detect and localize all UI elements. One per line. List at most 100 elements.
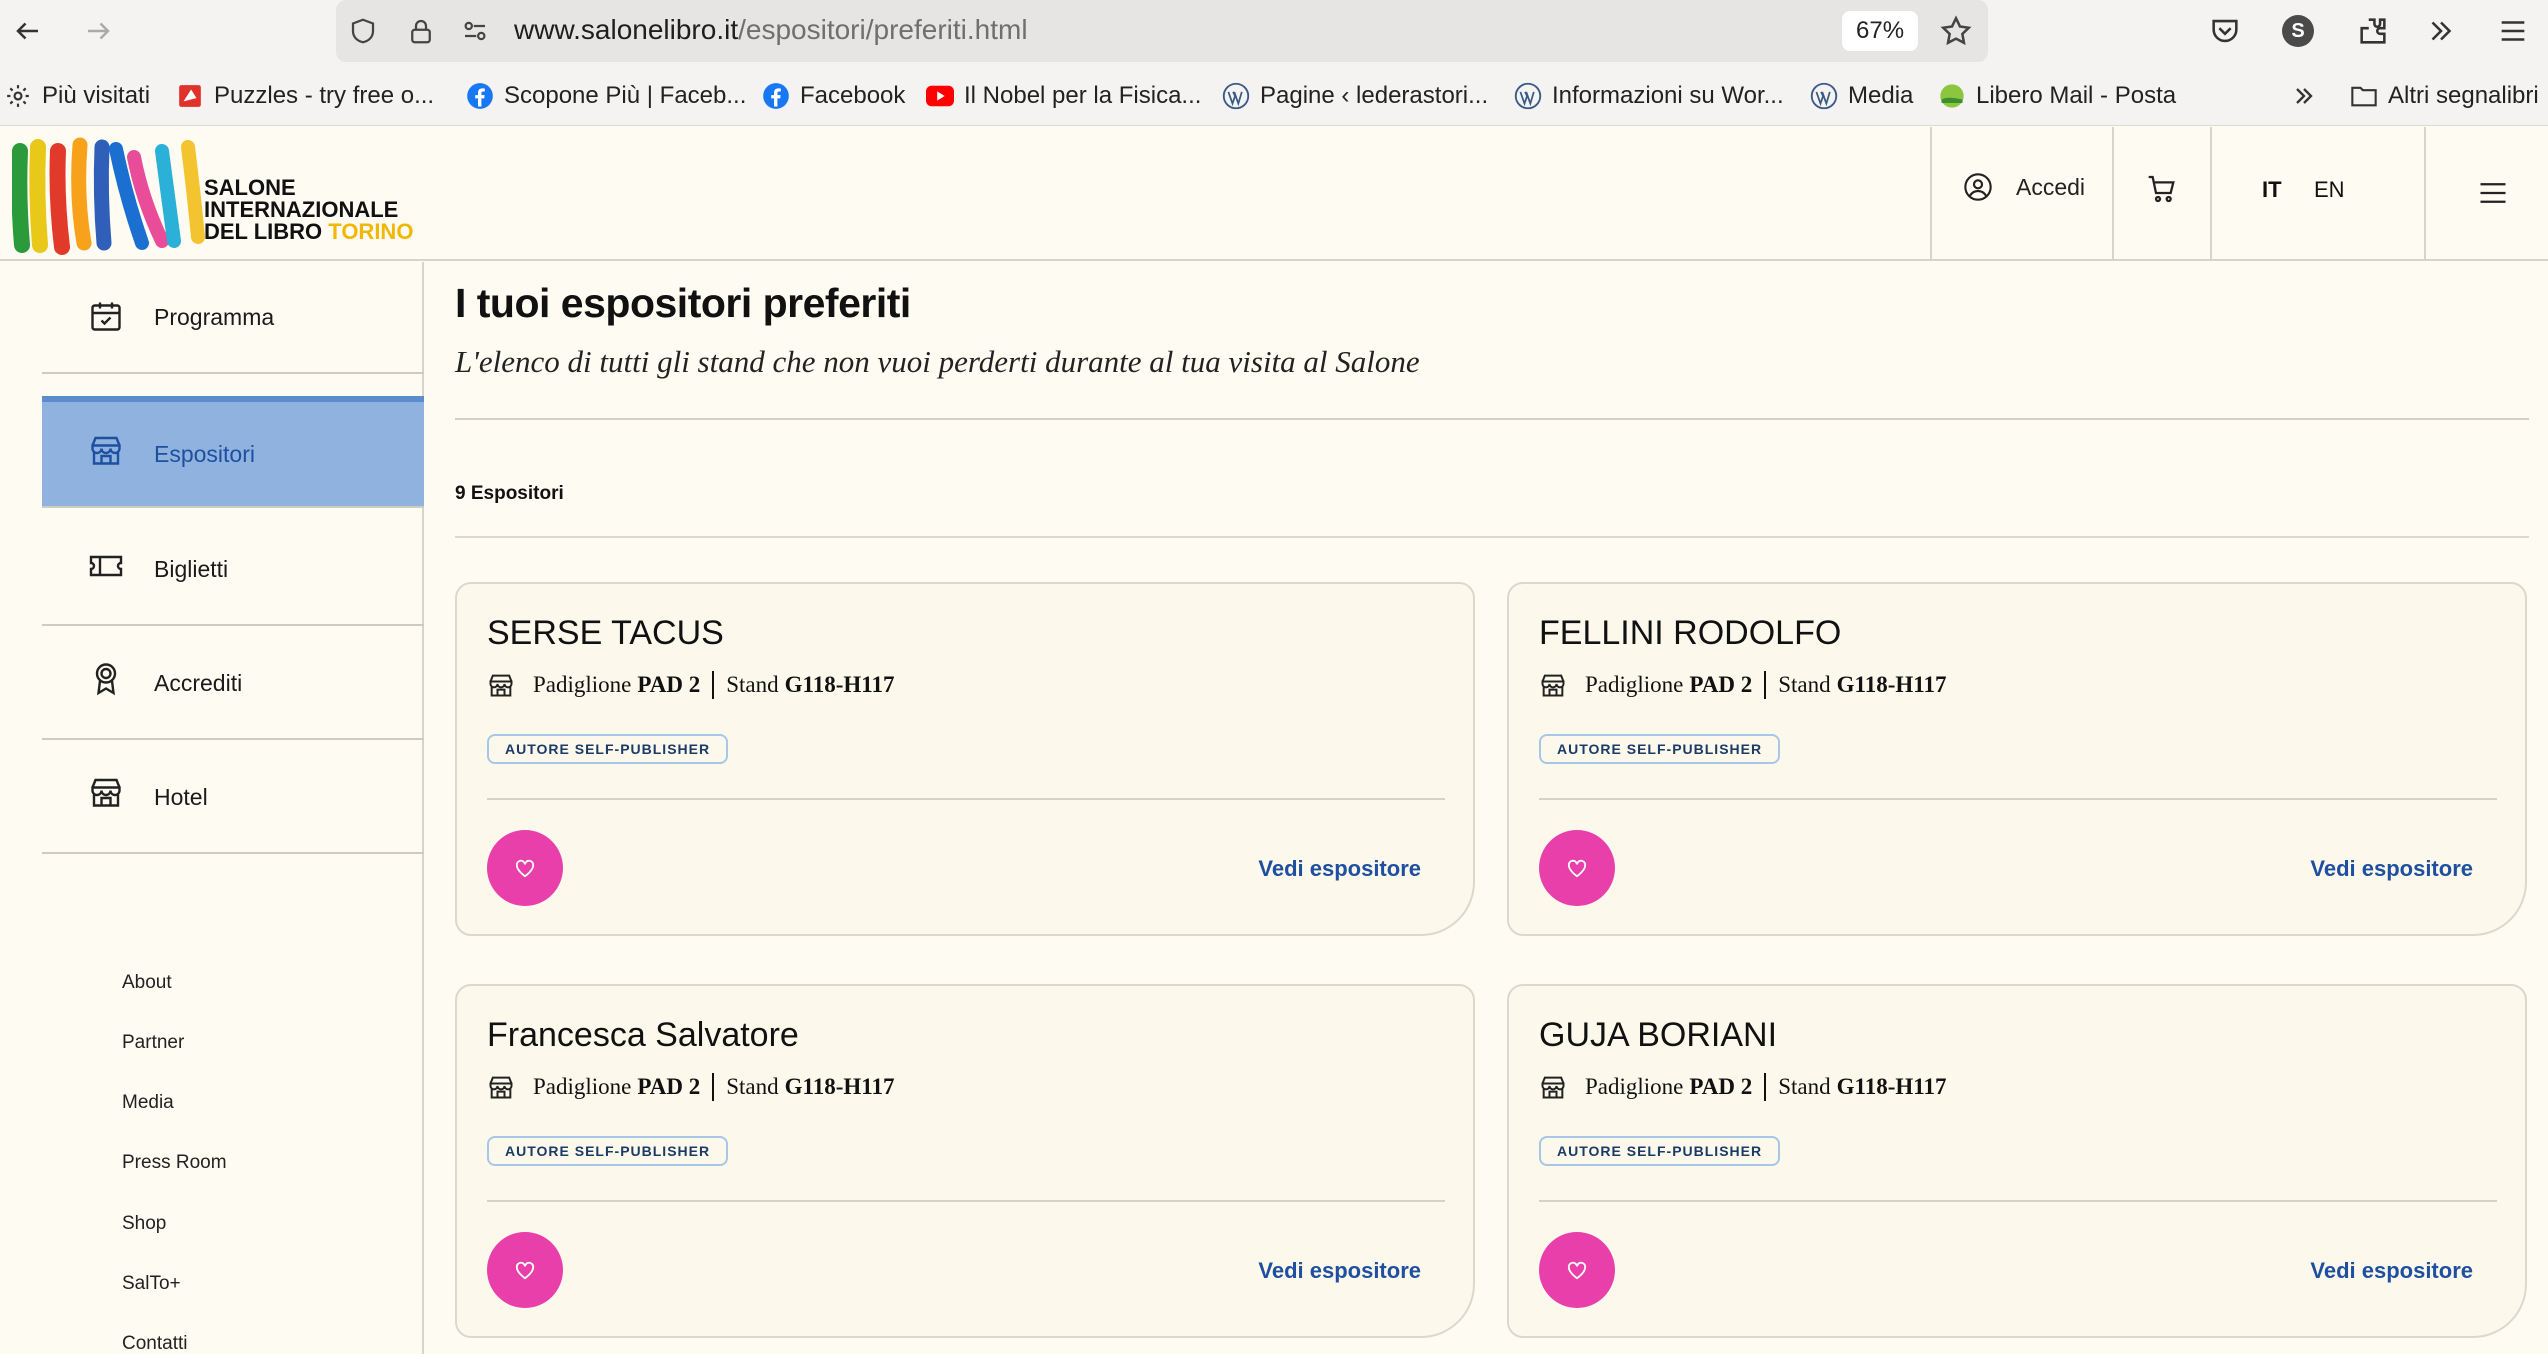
bookmark-item[interactable]: Il Nobel per la Fisica...: [926, 80, 1201, 112]
site-header: SALONE INTERNAZIONALE DEL LIBRO TORINO A…: [0, 127, 2548, 261]
footer-link-about[interactable]: About: [122, 972, 172, 994]
site-menu-button[interactable]: [2478, 179, 2508, 207]
bookmark-item[interactable]: Media: [1810, 80, 1913, 112]
site-permissions-icon[interactable]: [460, 16, 490, 46]
stand-value: G118-H117: [1836, 1074, 1947, 1099]
bookmark-item[interactable]: Più visitati: [4, 80, 150, 112]
stand-label: Stand: [726, 1074, 779, 1099]
hamburger-menu-icon[interactable]: [2496, 14, 2530, 48]
bookmarks-bar: Più visitati Puzzles - try free o... Sco…: [0, 62, 2548, 126]
view-exhibitor-link[interactable]: Vedi espositore: [2310, 856, 2473, 882]
login-label: Accedi: [2016, 173, 2086, 200]
view-exhibitor-link[interactable]: Vedi espositore: [1258, 856, 1421, 882]
bookmarks-overflow[interactable]: [2290, 80, 2328, 112]
bookmark-item[interactable]: Facebook: [762, 80, 905, 112]
favorite-button[interactable]: [487, 1232, 563, 1308]
store-icon: [1541, 1076, 1565, 1099]
logo-line: DEL LIBRO: [204, 219, 323, 244]
url-path: /espositori/preferiti.html: [738, 14, 1028, 45]
footer-link-press-room[interactable]: Press Room: [122, 1152, 227, 1174]
facebook-icon: [466, 82, 494, 110]
lang-en-button[interactable]: EN: [2314, 177, 2345, 203]
exhibitor-location: Padiglione PAD 2 Stand G118-H117: [487, 1070, 895, 1104]
exhibitor-card: FELLINI RODOLFO Padiglione PAD 2 Stand G11…: [1507, 582, 2527, 936]
arrow-right-icon: [88, 22, 110, 40]
cart-icon: [2148, 175, 2175, 203]
bookmark-item[interactable]: Pagine ‹ lederastori...: [1222, 80, 1488, 112]
bookmark-item[interactable]: Puzzles - try free o...: [176, 80, 434, 112]
store-icon: [1541, 674, 1565, 697]
exhibitor-name: GUJA BORIANI: [1539, 1016, 1778, 1054]
extensions-icon[interactable]: [2356, 14, 2390, 48]
bookmark-label: Scopone Più | Faceb...: [504, 82, 747, 109]
exhibitor-location: Padiglione PAD 2 Stand G118-H117: [1539, 1070, 1947, 1104]
exhibitor-location: Padiglione PAD 2 Stand G118-H117: [487, 668, 895, 702]
store-icon: [91, 778, 121, 807]
bookmark-item[interactable]: Informazioni su Wor...: [1514, 80, 1784, 112]
view-exhibitor-link[interactable]: Vedi espositore: [2310, 1258, 2473, 1284]
header-divider: [1930, 127, 1932, 261]
exhibitor-name: Francesca Salvatore: [487, 1016, 799, 1054]
forward-button[interactable]: [76, 9, 120, 53]
divider: [455, 536, 2529, 538]
separator-bar: [1764, 671, 1767, 699]
other-bookmarks-folder[interactable]: Altri segnalibri: [2350, 80, 2539, 112]
sidebar-item-programma[interactable]: Programma: [42, 262, 424, 374]
wordpress-icon: [1810, 82, 1838, 110]
favorite-button[interactable]: [1539, 830, 1615, 906]
bookmark-item[interactable]: Libero Mail - Posta: [1938, 80, 2176, 112]
pavilion-value: PAD 2: [1689, 672, 1753, 697]
hamburger-menu-icon: [2480, 183, 2506, 203]
footer-link-salto[interactable]: SalTo+: [122, 1273, 181, 1295]
star-icon[interactable]: [1939, 14, 1973, 48]
url-text[interactable]: www.salonelibro.it/espositori/preferiti.…: [514, 14, 1028, 46]
double-chevron-icon[interactable]: [2424, 14, 2458, 48]
logo-city: TORINO: [328, 219, 414, 244]
bookmark-label: Il Nobel per la Fisica...: [964, 82, 1202, 109]
bookmark-label: Più visitati: [42, 82, 151, 109]
logo-line: SALONE: [204, 175, 296, 200]
category-tag: AUTORE SELF-PUBLISHER: [1539, 734, 1781, 764]
sidebar-item-espositori[interactable]: Espositori: [42, 396, 424, 508]
favorite-button[interactable]: [1539, 1232, 1615, 1308]
store-icon: [489, 1076, 513, 1099]
browser-toolbar: www.salonelibro.it/espositori/preferiti.…: [0, 0, 2548, 62]
url-bar[interactable]: www.salonelibro.it/espositori/preferiti.…: [336, 0, 1988, 62]
sidebar-item-biglietti[interactable]: Biglietti: [42, 514, 424, 626]
footer-link-media[interactable]: Media: [122, 1092, 174, 1114]
profile-avatar[interactable]: S: [2282, 15, 2314, 47]
shield-icon: [351, 18, 375, 44]
footer-link-shop[interactable]: Shop: [122, 1213, 166, 1235]
ticket-icon: [89, 555, 123, 577]
view-exhibitor-link[interactable]: Vedi espositore: [1258, 1258, 1421, 1284]
exhibitor-card: GUJA BORIANI Padiglione PAD 2 Stand G118-H…: [1507, 984, 2527, 1338]
puzzle-icon: [176, 82, 204, 110]
sidebar-item-accrediti[interactable]: Accrediti: [42, 628, 424, 740]
folder-icon: [2350, 82, 2378, 110]
wordpress-icon: [1514, 82, 1542, 110]
stand-value: G118-H117: [784, 1074, 895, 1099]
lang-it-button[interactable]: IT: [2262, 177, 2282, 203]
exhibitor-count: 9 Espositori: [455, 483, 564, 504]
sidebar-item-label: Biglietti: [154, 555, 229, 582]
pocket-icon[interactable]: [2208, 14, 2242, 48]
footer-link-contatti[interactable]: Contatti: [122, 1333, 187, 1354]
store-icon: [91, 436, 121, 465]
login-link[interactable]: Accedi: [1962, 171, 2085, 203]
footer-link-partner[interactable]: Partner: [122, 1032, 184, 1054]
wordpress-icon: [1222, 82, 1250, 110]
exhibitor-card: SERSE TACUS Padiglione PAD 2 Stand G118-H1…: [455, 582, 1475, 936]
bookmark-label: Informazioni su Wor...: [1552, 82, 1784, 109]
sidebar-item-hotel[interactable]: Hotel: [42, 742, 424, 854]
stand-value: G118-H117: [784, 672, 895, 697]
pavilion-value: PAD 2: [1689, 1074, 1753, 1099]
youtube-icon: [926, 82, 954, 110]
bookmark-label: Altri segnalibri: [2388, 82, 2539, 109]
card-divider: [487, 1200, 1445, 1202]
cart-button[interactable]: [2146, 173, 2178, 205]
bookmark-item[interactable]: Scopone Più | Faceb...: [466, 80, 746, 112]
gear-icon: [4, 82, 32, 110]
favorite-button[interactable]: [487, 830, 563, 906]
zoom-level-badge[interactable]: 67%: [1842, 11, 1919, 51]
back-button[interactable]: [6, 9, 50, 53]
